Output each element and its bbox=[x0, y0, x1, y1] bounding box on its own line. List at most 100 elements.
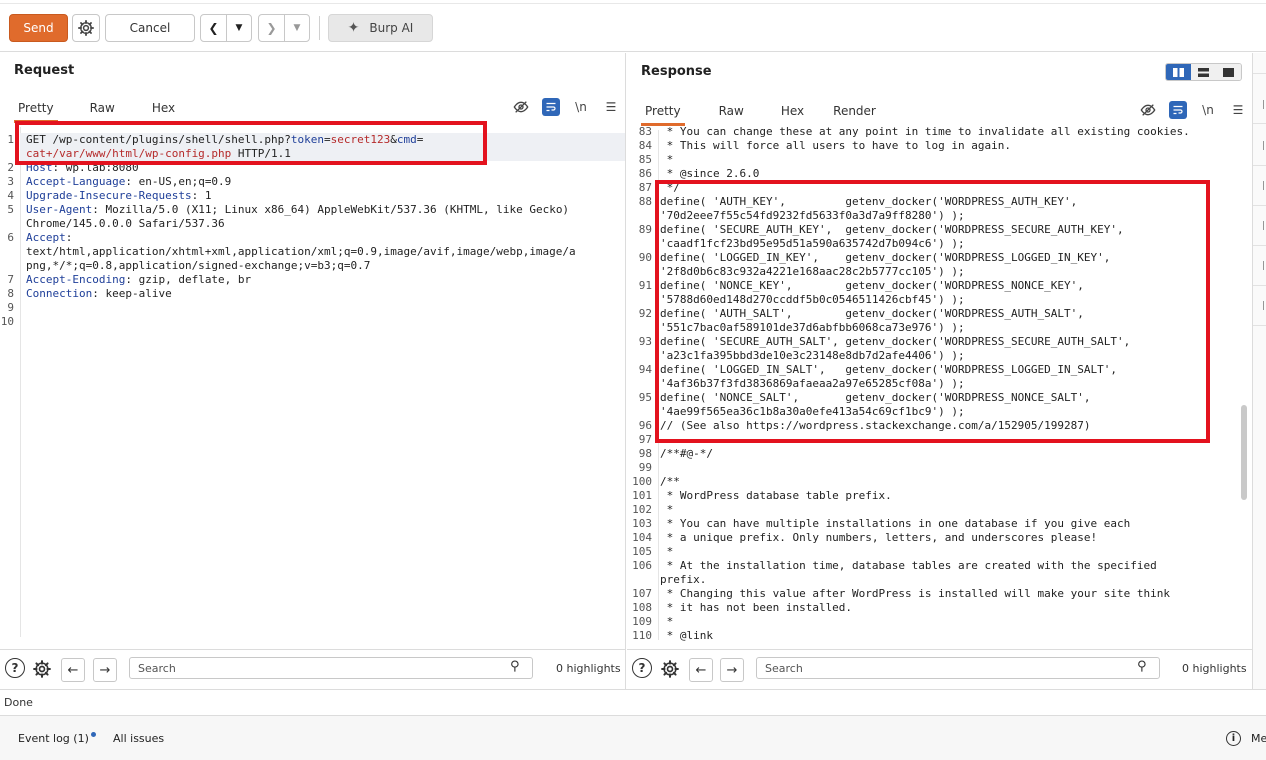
history-back-button[interactable]: ❮ ▼ bbox=[200, 14, 252, 42]
inspector-tab-marker[interactable]: | bbox=[1262, 100, 1266, 112]
eye-slash-icon[interactable] bbox=[512, 98, 530, 116]
response-line: 109 * bbox=[627, 615, 1252, 629]
response-line: '4ae99f565ea36c1b8a30a0efe413a54c69cf1bc… bbox=[627, 405, 1252, 419]
inspector-side-strip[interactable]: | | | | | | bbox=[1252, 53, 1266, 689]
arrow-right-icon[interactable]: → bbox=[720, 658, 744, 682]
info-icon[interactable]: i bbox=[1226, 731, 1241, 746]
request-line: 2 Host: wp.lab:8080 bbox=[0, 161, 625, 175]
settings-button[interactable] bbox=[72, 14, 100, 42]
all-issues-tab[interactable]: All issues bbox=[113, 732, 164, 745]
newline-toggle-icon[interactable]: \n bbox=[572, 98, 590, 116]
chevron-down-icon[interactable]: ▼ bbox=[284, 15, 309, 41]
inspector-tab-marker[interactable]: | bbox=[1262, 181, 1266, 193]
response-line: 87 */ bbox=[627, 181, 1252, 195]
history-forward-button[interactable]: ❯ ▼ bbox=[258, 14, 310, 42]
line-text: * @since 2.6.0 bbox=[660, 167, 760, 180]
main-toolbar: Send Cancel ❮ ▼ ❯ ▼ ✦ Burp AI bbox=[0, 0, 1266, 52]
status-text: Done bbox=[4, 696, 33, 709]
menu-icon[interactable]: ☰ bbox=[602, 98, 620, 116]
help-icon[interactable]: ? bbox=[5, 658, 25, 678]
line-number: 109 bbox=[632, 615, 652, 628]
line-text: '2f8d0b6c83c932a4221e168aac28c2b5777cc10… bbox=[660, 265, 965, 278]
memory-indicator[interactable]: Me bbox=[1251, 732, 1266, 745]
tab-pretty[interactable]: Pretty bbox=[14, 95, 58, 123]
inspector-tab-marker[interactable]: | bbox=[1262, 301, 1266, 313]
layout-toggle bbox=[1165, 63, 1242, 81]
line-number: 7 bbox=[7, 273, 14, 286]
response-search-bar: ? ← → Search ⚲ 0 highlights bbox=[627, 649, 1252, 689]
line-number: 4 bbox=[7, 189, 14, 202]
menu-icon[interactable]: ☰ bbox=[1229, 101, 1247, 119]
response-editor[interactable]: 83 * You can change these at any point i… bbox=[627, 125, 1252, 641]
line-number: 88 bbox=[638, 195, 652, 208]
chevron-right-icon[interactable]: ❯ bbox=[259, 15, 284, 41]
line-number bbox=[627, 349, 658, 363]
response-title: Response bbox=[641, 64, 712, 79]
tab-pretty[interactable]: Pretty bbox=[641, 98, 685, 126]
response-highlights-count: 0 highlights bbox=[1182, 662, 1247, 675]
event-log-tab[interactable]: Event log (1) bbox=[18, 732, 96, 745]
response-line: 95 define( 'NONCE_SALT', getenv_docker('W… bbox=[627, 391, 1252, 405]
line-number bbox=[627, 377, 658, 391]
response-search-input[interactable]: Search bbox=[756, 657, 1160, 679]
response-scrollbar-thumb[interactable] bbox=[1241, 405, 1247, 500]
chevron-down-icon[interactable]: ▼ bbox=[226, 15, 251, 41]
line-text: '4ae99f565ea36c1b8a30a0efe413a54c69cf1bc… bbox=[660, 405, 965, 418]
response-line: 89 define( 'SECURE_AUTH_KEY', getenv_dock… bbox=[627, 223, 1252, 237]
word-wrap-icon[interactable] bbox=[542, 98, 560, 116]
request-line: 5 User-Agent: Mozilla/5.0 (X11; Linux x86… bbox=[0, 203, 625, 217]
search-icon: ⚲ bbox=[1137, 659, 1147, 674]
line-text: /**#@-*/ bbox=[660, 447, 713, 460]
word-wrap-icon[interactable] bbox=[1169, 101, 1187, 119]
chevron-left-icon[interactable]: ❮ bbox=[201, 15, 226, 41]
line-number: 91 bbox=[638, 279, 652, 292]
line-text: User-Agent: Mozilla/5.0 (X11; Linux x86_… bbox=[26, 203, 570, 216]
request-line: text/html,application/xhtml+xml,applicat… bbox=[0, 245, 625, 259]
line-number: 90 bbox=[638, 251, 652, 264]
line-number: 107 bbox=[632, 587, 652, 600]
line-number bbox=[627, 265, 658, 279]
request-line: 6 Accept: bbox=[0, 231, 625, 245]
response-line: 90 define( 'LOGGED_IN_KEY', getenv_docker… bbox=[627, 251, 1252, 265]
gear-icon[interactable] bbox=[659, 658, 681, 680]
inspector-tab-marker[interactable]: | bbox=[1262, 221, 1266, 233]
response-line: 91 define( 'NONCE_KEY', getenv_docker('WO… bbox=[627, 279, 1252, 293]
tab-raw[interactable]: Raw bbox=[90, 95, 115, 121]
response-scrollbar[interactable] bbox=[1240, 130, 1248, 640]
cancel-button[interactable]: Cancel bbox=[105, 14, 195, 42]
tab-raw[interactable]: Raw bbox=[719, 98, 744, 124]
response-line: '70d2eee7f55c54fd9232fd5633f0a3d7a9ff828… bbox=[627, 209, 1252, 223]
response-line: 94 define( 'LOGGED_IN_SALT', getenv_docke… bbox=[627, 363, 1252, 377]
help-icon[interactable]: ? bbox=[632, 658, 652, 678]
gear-icon[interactable] bbox=[31, 658, 53, 680]
request-line: 3 Accept-Language: en-US,en;q=0.9 bbox=[0, 175, 625, 189]
newline-toggle-icon[interactable]: \n bbox=[1199, 101, 1217, 119]
request-editor[interactable]: 1 GET /wp-content/plugins/shell/shell.php… bbox=[0, 133, 625, 643]
eye-slash-icon[interactable] bbox=[1139, 101, 1157, 119]
response-line: 107 * Changing this value after WordPres… bbox=[627, 587, 1252, 601]
line-text: png,*/*;q=0.8,application/signed-exchang… bbox=[26, 259, 371, 272]
burp-ai-button[interactable]: ✦ Burp AI bbox=[328, 14, 433, 42]
tab-render[interactable]: Render bbox=[833, 98, 876, 124]
send-button[interactable]: Send bbox=[9, 14, 68, 42]
inspector-tab-marker[interactable]: | bbox=[1262, 261, 1266, 273]
tab-hex[interactable]: Hex bbox=[152, 95, 175, 121]
arrow-left-icon[interactable]: ← bbox=[61, 658, 85, 682]
response-line: 106 * At the installation time, database… bbox=[627, 559, 1252, 573]
arrow-left-icon[interactable]: ← bbox=[689, 658, 713, 682]
arrow-right-icon[interactable]: → bbox=[93, 658, 117, 682]
layout-single-icon[interactable] bbox=[1216, 64, 1241, 80]
layout-split-vertical-icon[interactable] bbox=[1166, 64, 1191, 80]
response-line: 'a23c1fa395bbd3de10e3c23148e8db7d2afe440… bbox=[627, 349, 1252, 363]
line-number bbox=[0, 259, 20, 273]
line-number: 3 bbox=[7, 175, 14, 188]
inspector-tab-marker[interactable]: | bbox=[1262, 141, 1266, 153]
line-text: define( 'NONCE_KEY', getenv_docker('WORD… bbox=[660, 279, 1084, 292]
line-number: 1 bbox=[7, 133, 14, 146]
line-text bbox=[20, 301, 625, 315]
response-pane: Response Pretty Raw Hex Render \n ☰ 83 *… bbox=[627, 53, 1252, 689]
line-text: * it has not been installed. bbox=[660, 601, 853, 614]
tab-hex[interactable]: Hex bbox=[781, 98, 804, 124]
request-search-input[interactable]: Search bbox=[129, 657, 533, 679]
layout-split-horizontal-icon[interactable] bbox=[1191, 64, 1216, 80]
